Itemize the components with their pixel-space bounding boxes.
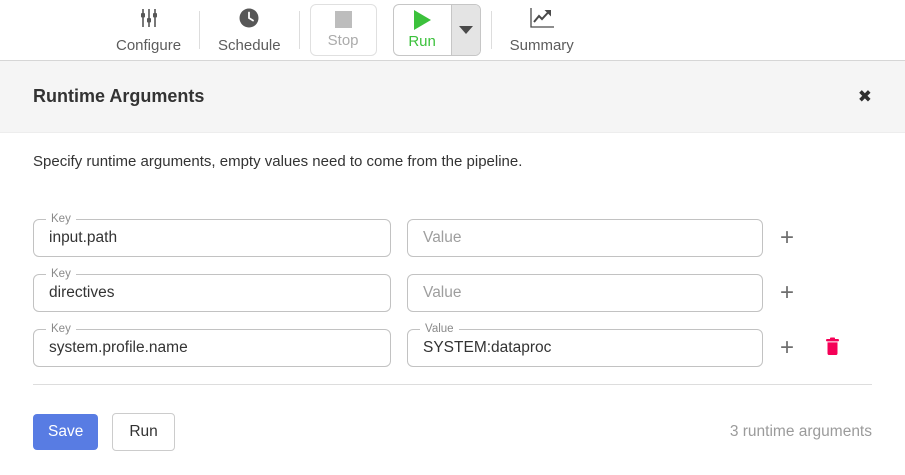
runtime-arg-row: Key Value + <box>33 329 872 367</box>
runtime-arg-row: Key + <box>33 274 872 312</box>
run-split-button: Run <box>393 4 481 56</box>
value-field-label: Value <box>420 322 459 336</box>
run-with-args-button[interactable]: Run <box>112 413 174 451</box>
chevron-down-icon <box>459 26 473 34</box>
key-input[interactable] <box>34 220 390 256</box>
toolbar-divider <box>299 11 300 49</box>
pipeline-toolbar: Configure Schedule Stop Run <box>0 0 905 61</box>
run-button[interactable]: Run <box>394 5 451 55</box>
toolbar-divider <box>199 11 200 49</box>
key-field-label: Key <box>46 322 76 336</box>
runtime-args-count: 3 runtime arguments <box>730 423 872 441</box>
value-input[interactable] <box>408 330 762 366</box>
value-input[interactable] <box>408 220 762 256</box>
description-text: Specify runtime arguments, empty values … <box>33 153 872 170</box>
runtime-arguments-body: Specify runtime arguments, empty values … <box>0 133 905 451</box>
key-input[interactable] <box>34 330 390 366</box>
value-field <box>407 219 763 257</box>
summary-label: Summary <box>510 37 574 54</box>
key-field-label: Key <box>46 212 76 226</box>
save-button[interactable]: Save <box>33 414 98 450</box>
key-field: Key <box>33 219 391 257</box>
runtime-arguments-header: Runtime Arguments ✖ <box>0 61 905 133</box>
configure-label: Configure <box>116 37 181 54</box>
clock-icon <box>238 7 260 34</box>
run-options-dropdown[interactable] <box>451 5 480 55</box>
toolbar-divider <box>491 11 492 49</box>
value-input[interactable] <box>408 275 762 311</box>
stop-button[interactable]: Stop <box>310 4 377 56</box>
key-field: Key <box>33 329 391 367</box>
runtime-arg-row: Key + <box>33 219 872 257</box>
add-row-button[interactable]: + <box>776 226 798 250</box>
configure-sliders-icon <box>138 7 160 34</box>
key-field: Key <box>33 274 391 312</box>
schedule-label: Schedule <box>218 37 281 54</box>
runtime-args-list: Key + Key + Key V <box>33 219 872 367</box>
trend-chart-icon <box>529 7 555 34</box>
delete-row-button[interactable] <box>825 337 840 359</box>
trash-icon <box>825 337 840 359</box>
close-icon[interactable]: ✖ <box>858 88 872 105</box>
configure-button[interactable]: Configure <box>100 7 197 54</box>
schedule-button[interactable]: Schedule <box>202 7 297 54</box>
run-label: Run <box>408 33 436 50</box>
stop-square-icon <box>335 11 352 28</box>
value-field <box>407 274 763 312</box>
stop-label: Stop <box>328 32 359 49</box>
add-row-button[interactable]: + <box>776 336 798 360</box>
value-field: Value <box>407 329 763 367</box>
play-icon <box>414 10 431 30</box>
key-input[interactable] <box>34 275 390 311</box>
add-row-button[interactable]: + <box>776 281 798 305</box>
summary-button[interactable]: Summary <box>494 7 590 54</box>
dialog-footer: Save Run 3 runtime arguments <box>33 413 872 451</box>
footer-divider <box>33 384 872 385</box>
key-field-label: Key <box>46 267 76 281</box>
page-title: Runtime Arguments <box>33 86 204 107</box>
